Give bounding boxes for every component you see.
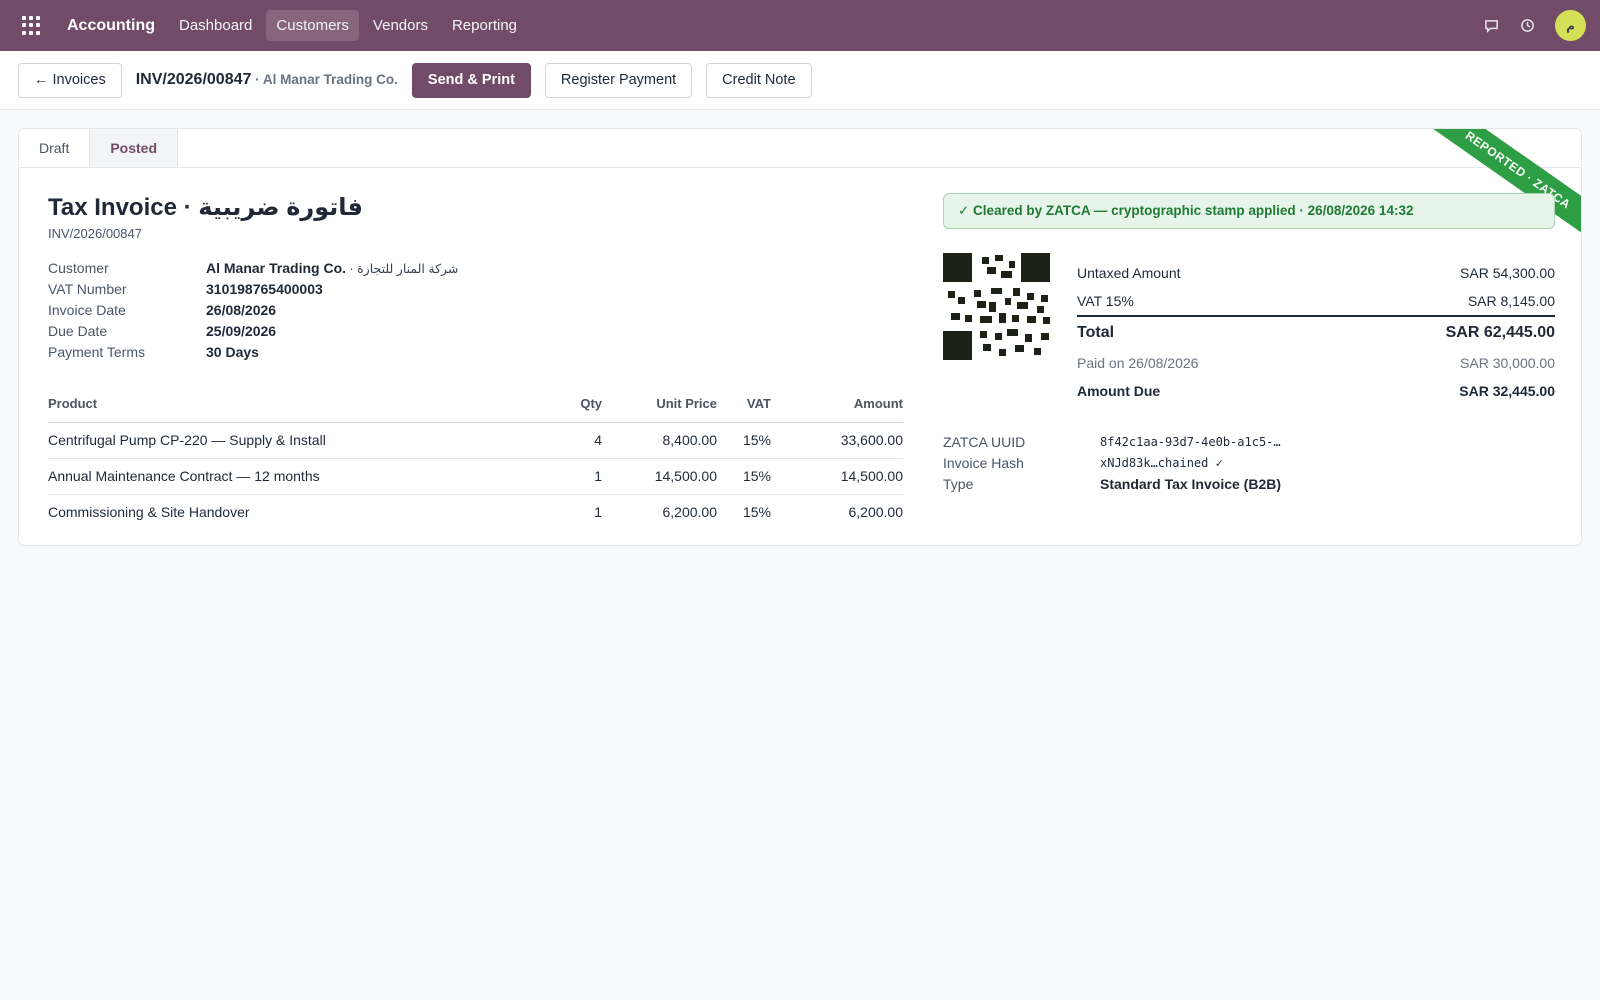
due-date-row: Due Date 25/09/2026 (48, 320, 903, 341)
paid-label: Paid on 26/08/2026 (1077, 355, 1199, 371)
status-draft[interactable]: Draft (19, 129, 91, 167)
qr-code (943, 253, 1050, 360)
line-amount: 33,600.00 (771, 422, 903, 459)
col-unit-price: Unit Price (602, 386, 717, 423)
invoice-fields: Customer Al Manar Trading Co. · شركة الم… (48, 257, 903, 362)
payment-terms-row: Payment Terms 30 Days (48, 341, 903, 362)
invoice-sheet: Draft Posted REPORTED · ZATCA Tax Invoic… (18, 128, 1582, 546)
user-avatar[interactable]: م (1555, 10, 1586, 41)
menu-dashboard[interactable]: Dashboard (169, 10, 262, 41)
vat-number-row: VAT Number 310198765400003 (48, 278, 903, 299)
status-bar: Draft Posted (19, 129, 1581, 168)
untaxed-label: Untaxed Amount (1077, 265, 1181, 281)
invoice-side-panel: ✓ Cleared by ZATCA — cryptographic stamp… (943, 193, 1555, 494)
invoice-type-row: Type Standard Tax Invoice (B2B) (943, 473, 1555, 494)
apps-grid-icon[interactable] (22, 15, 42, 36)
vat-number-value: 310198765400003 (206, 280, 323, 297)
credit-note-button[interactable]: Credit Note (706, 62, 812, 98)
line-amount: 14,500.00 (771, 458, 903, 495)
invoice-hash-value: xNJd83k…chained ✓ (1100, 455, 1223, 470)
customer-name[interactable]: Al Manar Trading Co. (206, 260, 346, 276)
app-name[interactable]: Accounting (67, 17, 155, 35)
invoice-number: INV/2026/00847 (48, 226, 142, 241)
vat-number-label: VAT Number (48, 280, 127, 297)
amount-due-row: Amount Due SAR 32,445.00 (1077, 377, 1555, 405)
invoice-date-value: 26/08/2026 (206, 301, 277, 318)
qr-totals-row: Untaxed Amount SAR 54,300.00 VAT 15% SAR… (943, 253, 1555, 405)
col-qty: Qty (568, 386, 602, 423)
back-to-invoices-button[interactable]: ← Invoices (18, 62, 122, 98)
line-product: Annual Maintenance Contract — 12 months (48, 458, 568, 495)
invoice-title: Tax Invoice · فاتورة ضريبية (48, 194, 363, 221)
line-amount: 6,200.00 (848, 504, 904, 521)
line-vat: 15% (717, 458, 771, 495)
line-unit-price: 6,200.00 (662, 504, 718, 521)
payment-terms-label: Payment Terms (48, 343, 145, 360)
table-row[interactable]: Annual Maintenance Contract — 12 months … (48, 458, 903, 495)
line-unit-price: 14,500.00 (602, 458, 717, 495)
col-amount: Amount (771, 386, 903, 423)
col-vat: VAT (717, 386, 771, 423)
invoice-lines-table: Product Qty Unit Price VAT Amount Centri… (48, 386, 903, 530)
register-payment-button[interactable]: Register Payment (544, 62, 693, 98)
table-header-row: Product Qty Unit Price VAT Amount (48, 386, 903, 423)
table-row[interactable]: Commissioning & Site Handover 1 6,200.00… (48, 494, 903, 530)
line-qty: 4 (568, 422, 602, 459)
line-qty: 1 (594, 504, 602, 521)
due-date-value: 25/09/2026 (206, 322, 277, 339)
invoice-type-label: Type (943, 475, 974, 492)
line-product: Centrifugal Pump CP-220 — Supply & Insta… (48, 422, 568, 459)
amount-due-value: SAR 32,445.00 (1459, 383, 1555, 399)
totals-panel: Untaxed Amount SAR 54,300.00 VAT 15% SAR… (1077, 253, 1555, 405)
send-print-button[interactable]: Send & Print (411, 62, 531, 98)
line-qty: 1 (568, 458, 602, 495)
zatca-uuid-row: ZATCA UUID 8f42c1aa-93d7-4e0b-a1c5-… (943, 431, 1555, 452)
zatca-uuid-value: 8f42c1aa-93d7-4e0b-a1c5-… (1100, 434, 1281, 449)
invoice-date-row: Invoice Date 26/08/2026 (48, 299, 903, 320)
customer-value[interactable]: Al Manar Trading Co. · شركة المنار للتجا… (206, 260, 458, 276)
due-date-label: Due Date (48, 322, 108, 339)
invoice-main: Tax Invoice · فاتورة ضريبية INV/2026/008… (48, 193, 903, 530)
menu-reporting[interactable]: Reporting (442, 10, 527, 41)
total-label: Total (1077, 324, 1115, 341)
vat-value: SAR 8,145.00 (1467, 293, 1555, 309)
record-partner: · Al Manar Trading Co. (251, 72, 398, 87)
zatca-cleared-banner: ✓ Cleared by ZATCA — cryptographic stamp… (943, 193, 1555, 229)
clock-icon[interactable] (1519, 18, 1535, 34)
customer-row: Customer Al Manar Trading Co. · شركة الم… (48, 257, 903, 278)
record-breadcrumb: INV/2026/00847 · Al Manar Trading Co. (136, 71, 398, 89)
customer-label: Customer (48, 259, 109, 276)
top-navbar: Accounting Dashboard Customers Vendors R… (0, 0, 1600, 51)
paid-value: SAR 30,000.00 (1460, 355, 1555, 371)
line-product: Commissioning & Site Handover (48, 504, 250, 521)
menu-vendors[interactable]: Vendors (363, 10, 438, 41)
line-vat: 15% (742, 504, 771, 521)
table-row[interactable]: Centrifugal Pump CP-220 — Supply & Insta… (48, 422, 903, 459)
payment-terms-value: 30 Days (206, 343, 259, 360)
record-name: INV/2026/00847 (135, 71, 252, 88)
zatca-details: ZATCA UUID 8f42c1aa-93d7-4e0b-a1c5-… Inv… (943, 431, 1555, 494)
total-value: SAR 62,445.00 (1445, 324, 1555, 341)
menu-customers[interactable]: Customers (266, 10, 359, 41)
untaxed-value: SAR 54,300.00 (1460, 265, 1555, 281)
invoice-type-value: Standard Tax Invoice (B2B) (1100, 475, 1282, 492)
line-unit-price: 8,400.00 (602, 422, 717, 459)
systray: م (1483, 0, 1586, 51)
invoice-date-label: Invoice Date (48, 301, 126, 318)
line-vat: 15% (717, 422, 771, 459)
col-product: Product (48, 386, 568, 423)
paid-row: Paid on 26/08/2026 SAR 30,000.00 (1077, 349, 1555, 377)
amount-due-label: Amount Due (1077, 383, 1161, 399)
zatca-uuid-label: ZATCA UUID (943, 433, 1026, 450)
invoice-hash-label: Invoice Hash (943, 454, 1024, 471)
status-posted[interactable]: Posted (90, 129, 179, 167)
vat-label: VAT 15% (1077, 293, 1134, 309)
control-panel: ← Invoices INV/2026/00847 · Al Manar Tra… (0, 51, 1600, 110)
chat-icon[interactable] (1483, 18, 1499, 34)
vat-row: VAT 15% SAR 8,145.00 (1077, 287, 1555, 315)
customer-name-arabic: · شركة المنار للتجارة (346, 261, 459, 276)
invoice-hash-row: Invoice Hash xNJd83k…chained ✓ (943, 452, 1555, 473)
untaxed-row: Untaxed Amount SAR 54,300.00 (1077, 259, 1555, 287)
total-row: Total SAR 62,445.00 (1077, 315, 1555, 349)
